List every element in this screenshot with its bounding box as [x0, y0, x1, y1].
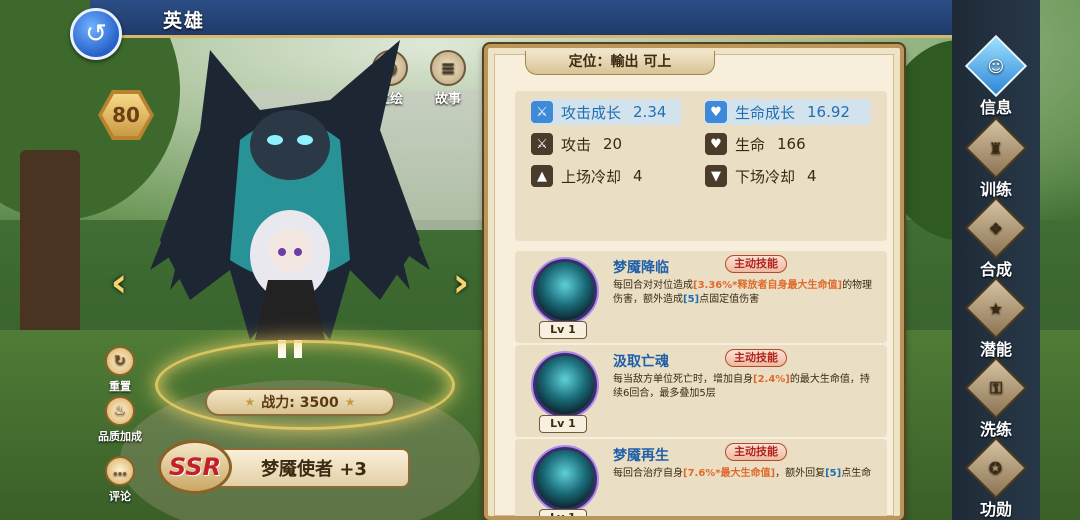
skill-description: 每回合对对位造成[3.36%*释放者自身最大生命值]的物理伤害，额外造成[5]点…	[613, 280, 873, 305]
scroll-icon: ≡	[430, 50, 466, 86]
reset-label: 重置	[109, 380, 131, 393]
hero-level: 80	[112, 103, 140, 127]
training-icon: ♜	[988, 138, 1004, 158]
skill-type-tag: 主动技能	[725, 255, 787, 273]
skill-level: Lv 1	[539, 509, 587, 516]
tab-info[interactable]: ☺ 信息	[958, 34, 1034, 118]
enter-cooldown-stat: ▲ 上场冷却 4	[531, 163, 643, 189]
reset-button[interactable]: ↻ 重置	[90, 346, 150, 394]
hero-level-badge: 80	[98, 90, 154, 140]
exit-cooldown-label: 下场冷却	[735, 167, 796, 186]
tab-potential[interactable]: ★ 潜能	[958, 276, 1034, 360]
hp-label: 生命	[735, 135, 766, 154]
power-bar: ★ 战力: 3500 ★	[205, 388, 395, 416]
skill-card[interactable]: Lv 1 梦魇再生 主动技能 每回合治疗自身[7.6%*最大生命值]，额外回复[…	[515, 439, 887, 516]
skill-level: Lv 1	[539, 415, 587, 433]
hero-character-art	[150, 40, 430, 358]
hp-value: 166	[777, 135, 806, 153]
hp-growth-value: 16.92	[807, 103, 850, 121]
quality-bonus-label: 品质加成	[98, 430, 142, 443]
skill-name: 梦魇再生	[613, 448, 669, 464]
skill-description: 每当敌方单位死亡时，增加自身[2.4%]的最大生命值，持续6回合，最多叠加5层	[613, 374, 870, 399]
comment-label: 评论	[109, 490, 131, 503]
atk-stat: ⚔ 攻击 20	[531, 131, 622, 157]
star-icon: ★	[988, 298, 1004, 318]
prev-hero-arrow[interactable]: ‹	[106, 260, 132, 306]
reset-icon: ↻	[105, 346, 135, 376]
skill-icon	[533, 259, 597, 323]
skill-card[interactable]: Lv 1 汲取亡魂 主动技能 每当敌方单位死亡时，增加自身[2.4%]的最大生命…	[515, 345, 887, 437]
enter-cooldown-value: 4	[633, 167, 643, 185]
info-icon: ☺	[987, 56, 1005, 76]
sword-icon: ⚔	[531, 101, 553, 123]
position-tag: 定位：輸出 可上	[525, 51, 715, 75]
stats-section: ⚔ 攻击成长 2.34 ♥ 生命成长 16.92 ⚔ 攻击 20 ♥ 生命 16…	[515, 91, 887, 241]
star-icon: ★	[344, 395, 356, 409]
arrow-down-icon: ▼	[705, 165, 727, 187]
quality-bonus-button[interactable]: ♨ 品质加成	[90, 396, 150, 444]
back-arrow-icon: ↺	[85, 19, 107, 49]
back-button[interactable]: ↺	[70, 8, 122, 60]
rarity-label: SSR	[168, 453, 222, 481]
tab-merit-label: 功勋	[979, 500, 1012, 519]
hp-growth-label: 生命成长	[735, 103, 796, 122]
exit-cooldown-stat: ▼ 下场冷却 4	[705, 163, 817, 189]
page-title: 英雄	[163, 10, 206, 32]
skill-description: 每回合治疗自身[7.6%*最大生命值]，额外回复[5]点生命	[613, 468, 872, 479]
hero-nameplate: 梦魇使者 +3	[220, 448, 410, 488]
atk-value: 20	[603, 135, 623, 153]
exit-cooldown-value: 4	[807, 167, 817, 185]
tab-info-label: 信息	[979, 98, 1012, 117]
tab-training[interactable]: ♜ 训练	[958, 116, 1034, 200]
sword-icon: ⚔	[531, 133, 553, 155]
skills-section: Lv 1 梦魇降临 主动技能 每回合对对位造成[3.36%*释放者自身最大生命值…	[515, 251, 887, 516]
flame-icon: ♨	[105, 396, 135, 426]
next-hero-arrow[interactable]: ›	[448, 260, 474, 306]
skill-name: 梦魇降临	[613, 260, 669, 276]
cards-icon: ❖	[988, 218, 1004, 238]
comment-button[interactable]: … 评论	[90, 456, 150, 504]
skill-card[interactable]: Lv 1 梦魇降临 主动技能 每回合对对位造成[3.36%*释放者自身最大生命值…	[515, 251, 887, 343]
skill-type-tag: 主动技能	[725, 443, 787, 461]
hero-info-panel: 定位：輸出 可上 ⚔ 攻击成长 2.34 ♥ 生命成长 16.92 ⚔ 攻击 2…	[484, 44, 904, 520]
medal-icon: ✪	[989, 458, 1003, 478]
speech-bubble-icon: …	[105, 456, 135, 486]
skill-type-tag: 主动技能	[725, 349, 787, 367]
hp-growth-stat: ♥ 生命成长 16.92	[705, 99, 871, 125]
enter-cooldown-label: 上场冷却	[561, 167, 622, 186]
star-icon: ★	[244, 395, 256, 409]
skill-level: Lv 1	[539, 321, 587, 339]
heart-icon: ♥	[705, 101, 727, 123]
lock-icon: ⚿	[989, 378, 1003, 397]
top-bar	[90, 0, 980, 38]
arrow-up-icon: ▲	[531, 165, 553, 187]
atk-growth-value: 2.34	[633, 103, 667, 121]
skill-name: 汲取亡魂	[613, 354, 669, 370]
power-value: 战力: 3500	[261, 395, 339, 411]
atk-label: 攻击	[561, 135, 592, 154]
rarity-badge: SSR	[158, 440, 232, 494]
hero-name: 梦魇使者 +3	[261, 459, 367, 480]
atk-growth-label: 攻击成长	[561, 103, 622, 122]
skill-icon	[533, 353, 597, 417]
tab-merit[interactable]: ✪ 功勋	[958, 436, 1034, 520]
atk-growth-stat: ⚔ 攻击成长 2.34	[531, 99, 681, 125]
tab-synthesis[interactable]: ❖ 合成	[958, 196, 1034, 280]
summon-circle-glow	[155, 340, 455, 430]
hp-stat: ♥ 生命 166	[705, 131, 806, 157]
skill-icon	[533, 447, 597, 511]
heart-icon: ♥	[705, 133, 727, 155]
tab-refine[interactable]: ⚿ 洗练	[958, 356, 1034, 440]
